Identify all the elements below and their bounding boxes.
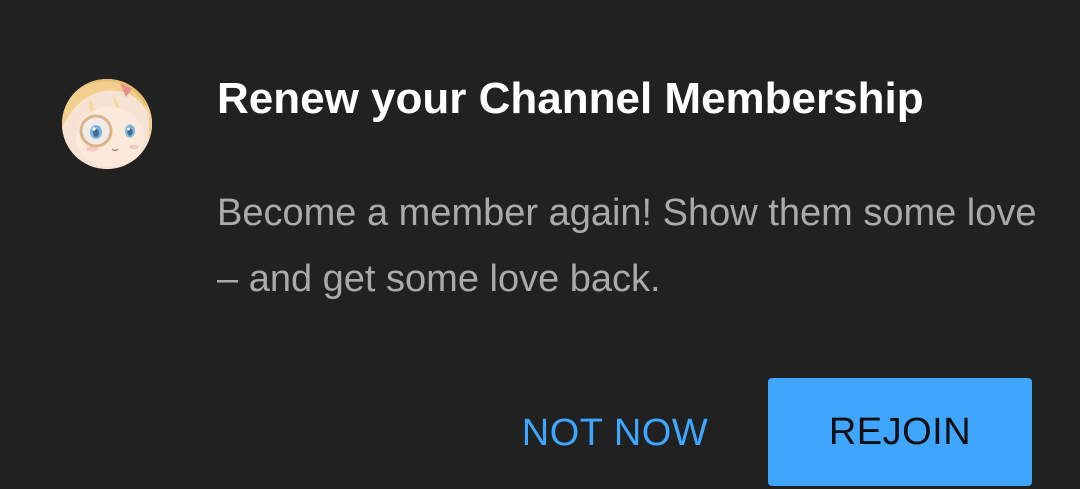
rejoin-button[interactable]: REJOIN [768, 378, 1032, 486]
dialog-message: Become a member again! Show them some lo… [217, 192, 1037, 300]
not-now-button[interactable]: NOT NOW [500, 398, 730, 468]
dialog-title: Renew your Channel Membership [217, 74, 924, 123]
channel-avatar-icon [62, 79, 152, 169]
renew-membership-dialog: Renew your Channel Membership Become a m… [0, 0, 1080, 489]
channel-avatar [62, 79, 152, 169]
